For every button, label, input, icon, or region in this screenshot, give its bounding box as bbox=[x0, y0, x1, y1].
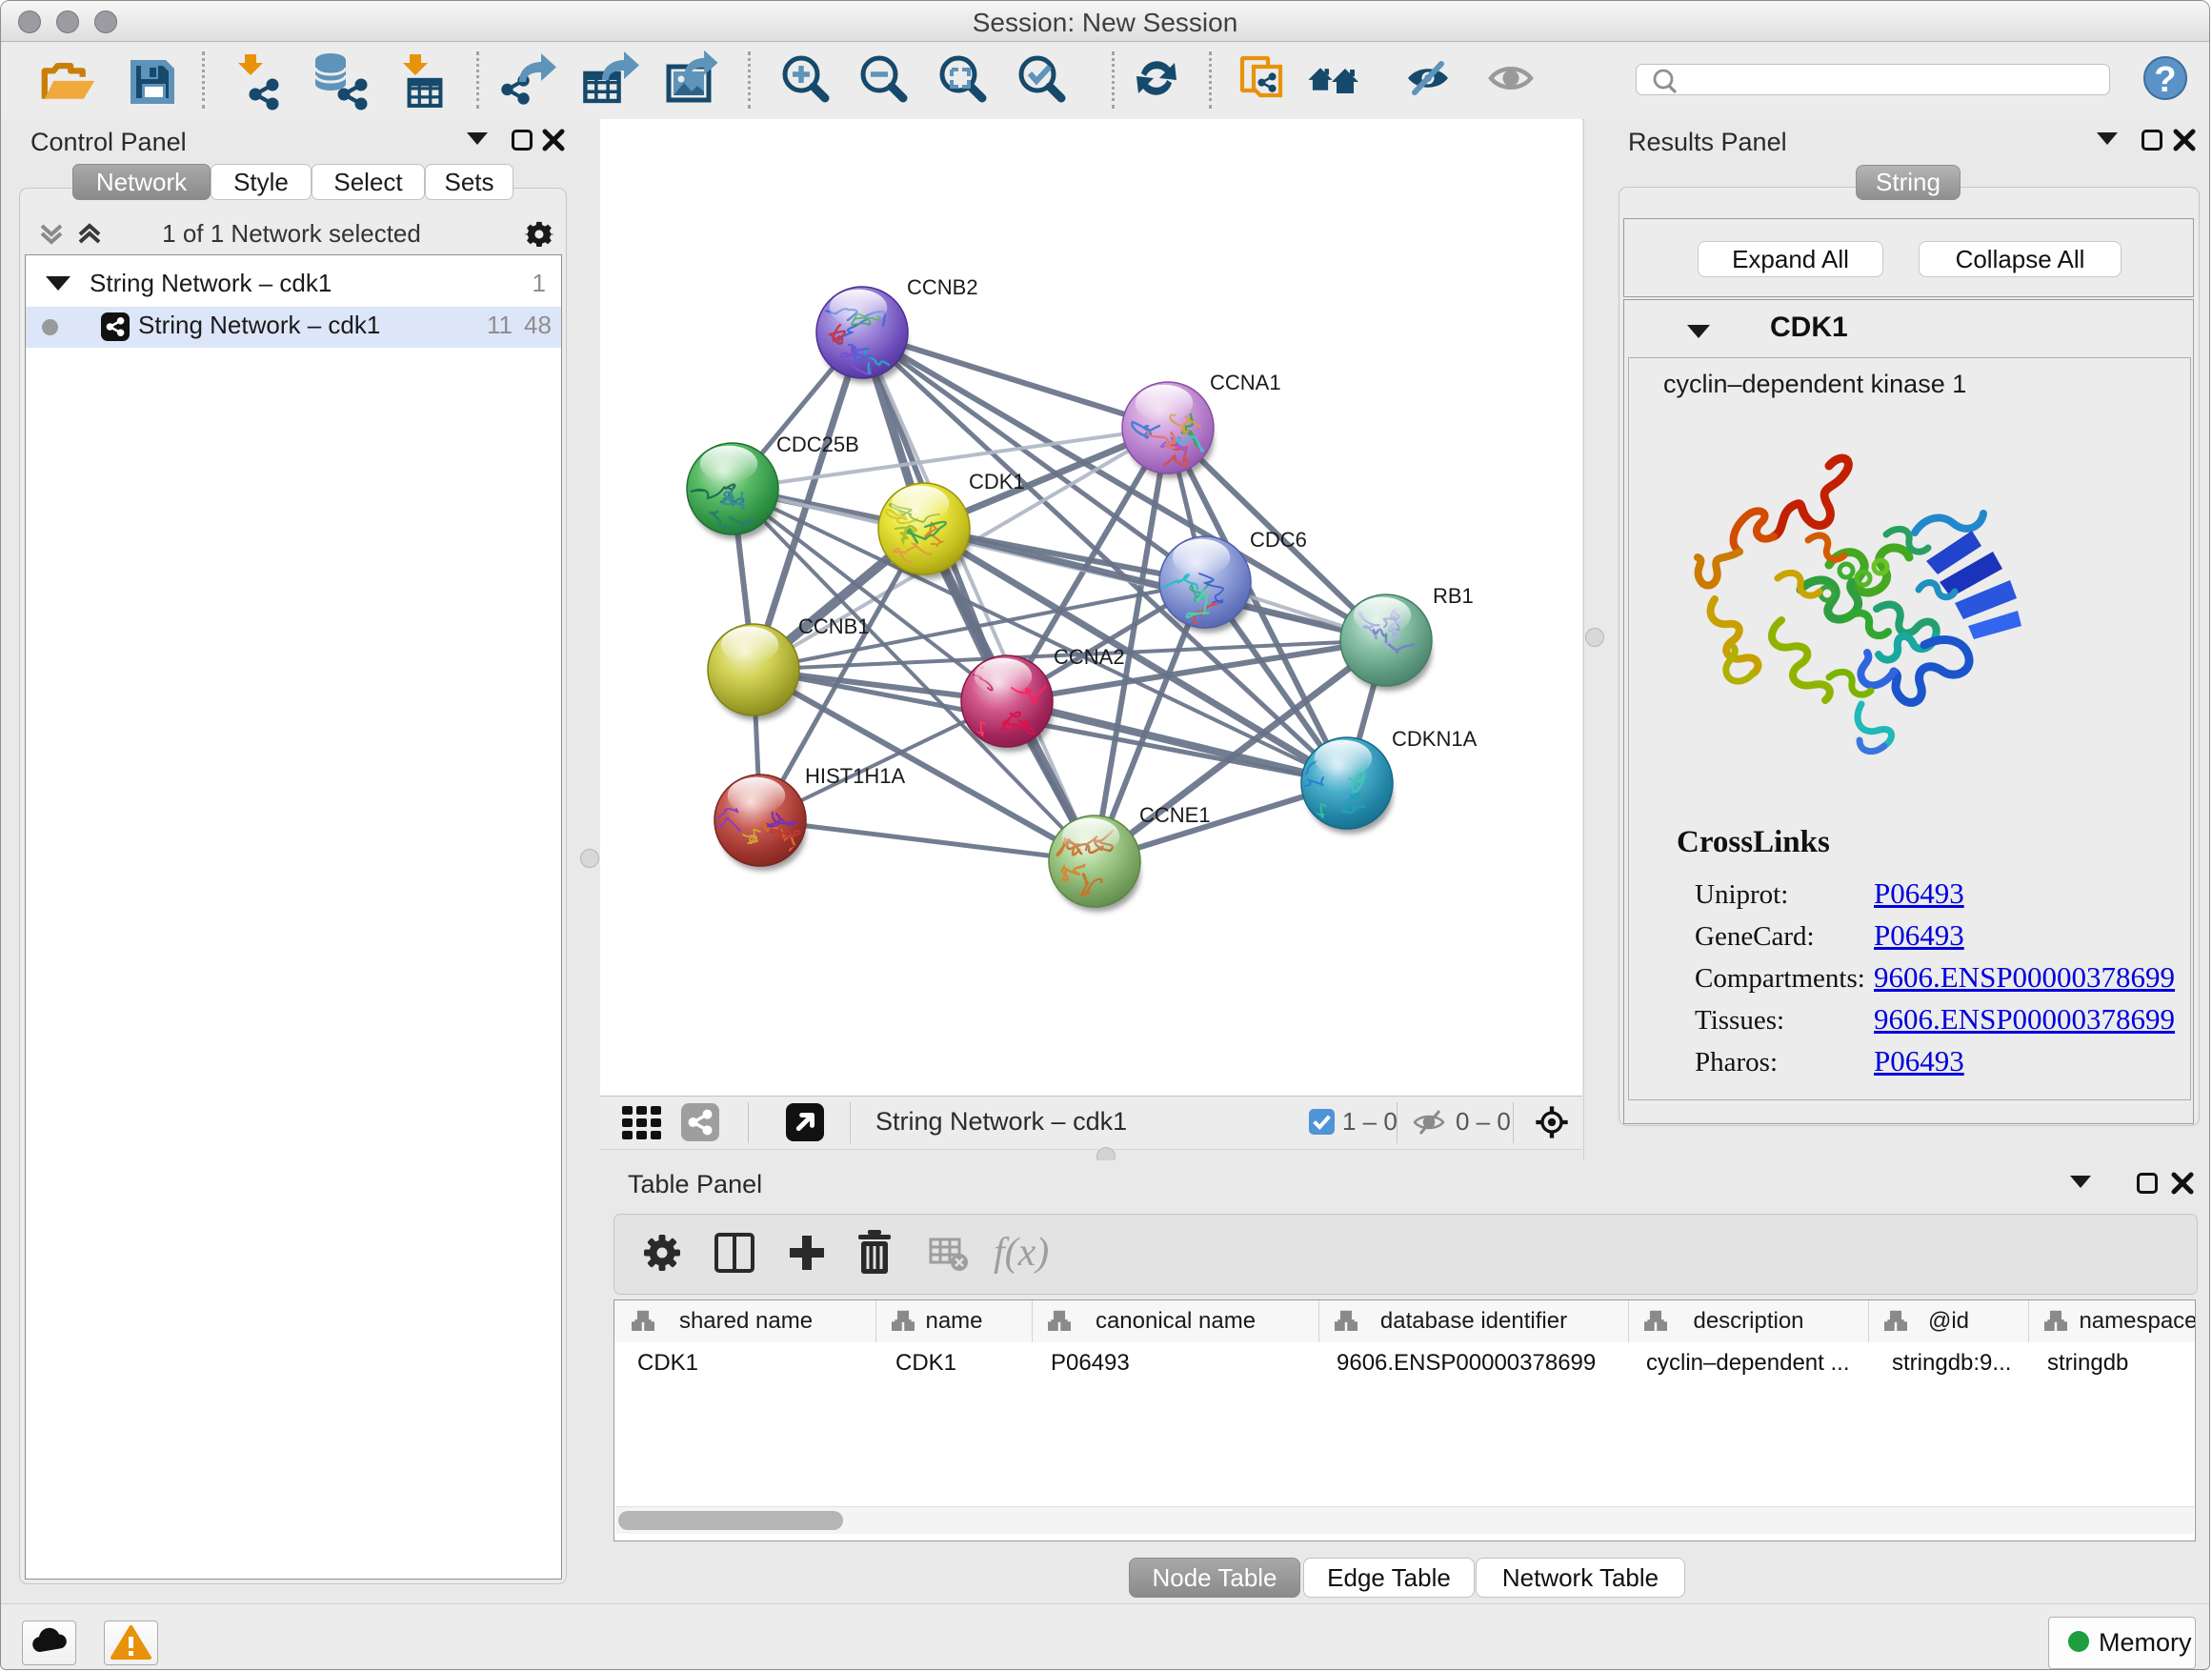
svg-text:CCNB1: CCNB1 bbox=[798, 614, 870, 638]
svg-text:RB1: RB1 bbox=[1433, 584, 1474, 608]
svg-text:CDK1: CDK1 bbox=[969, 470, 1025, 493]
svg-text:CCNB2: CCNB2 bbox=[907, 275, 978, 299]
svg-text:CCNA1: CCNA1 bbox=[1210, 371, 1281, 394]
svg-text:f(x): f(x) bbox=[994, 1231, 1049, 1275]
svg-text:CDC25B: CDC25B bbox=[776, 433, 859, 456]
svg-text:CDC6: CDC6 bbox=[1250, 528, 1307, 552]
svg-text:HIST1H1A: HIST1H1A bbox=[805, 764, 905, 788]
svg-text:CCNE1: CCNE1 bbox=[1139, 803, 1211, 827]
svg-text:CDKN1A: CDKN1A bbox=[1392, 727, 1478, 751]
svg-text:?: ? bbox=[2154, 60, 2176, 100]
svg-text:CCNA2: CCNA2 bbox=[1054, 645, 1125, 669]
